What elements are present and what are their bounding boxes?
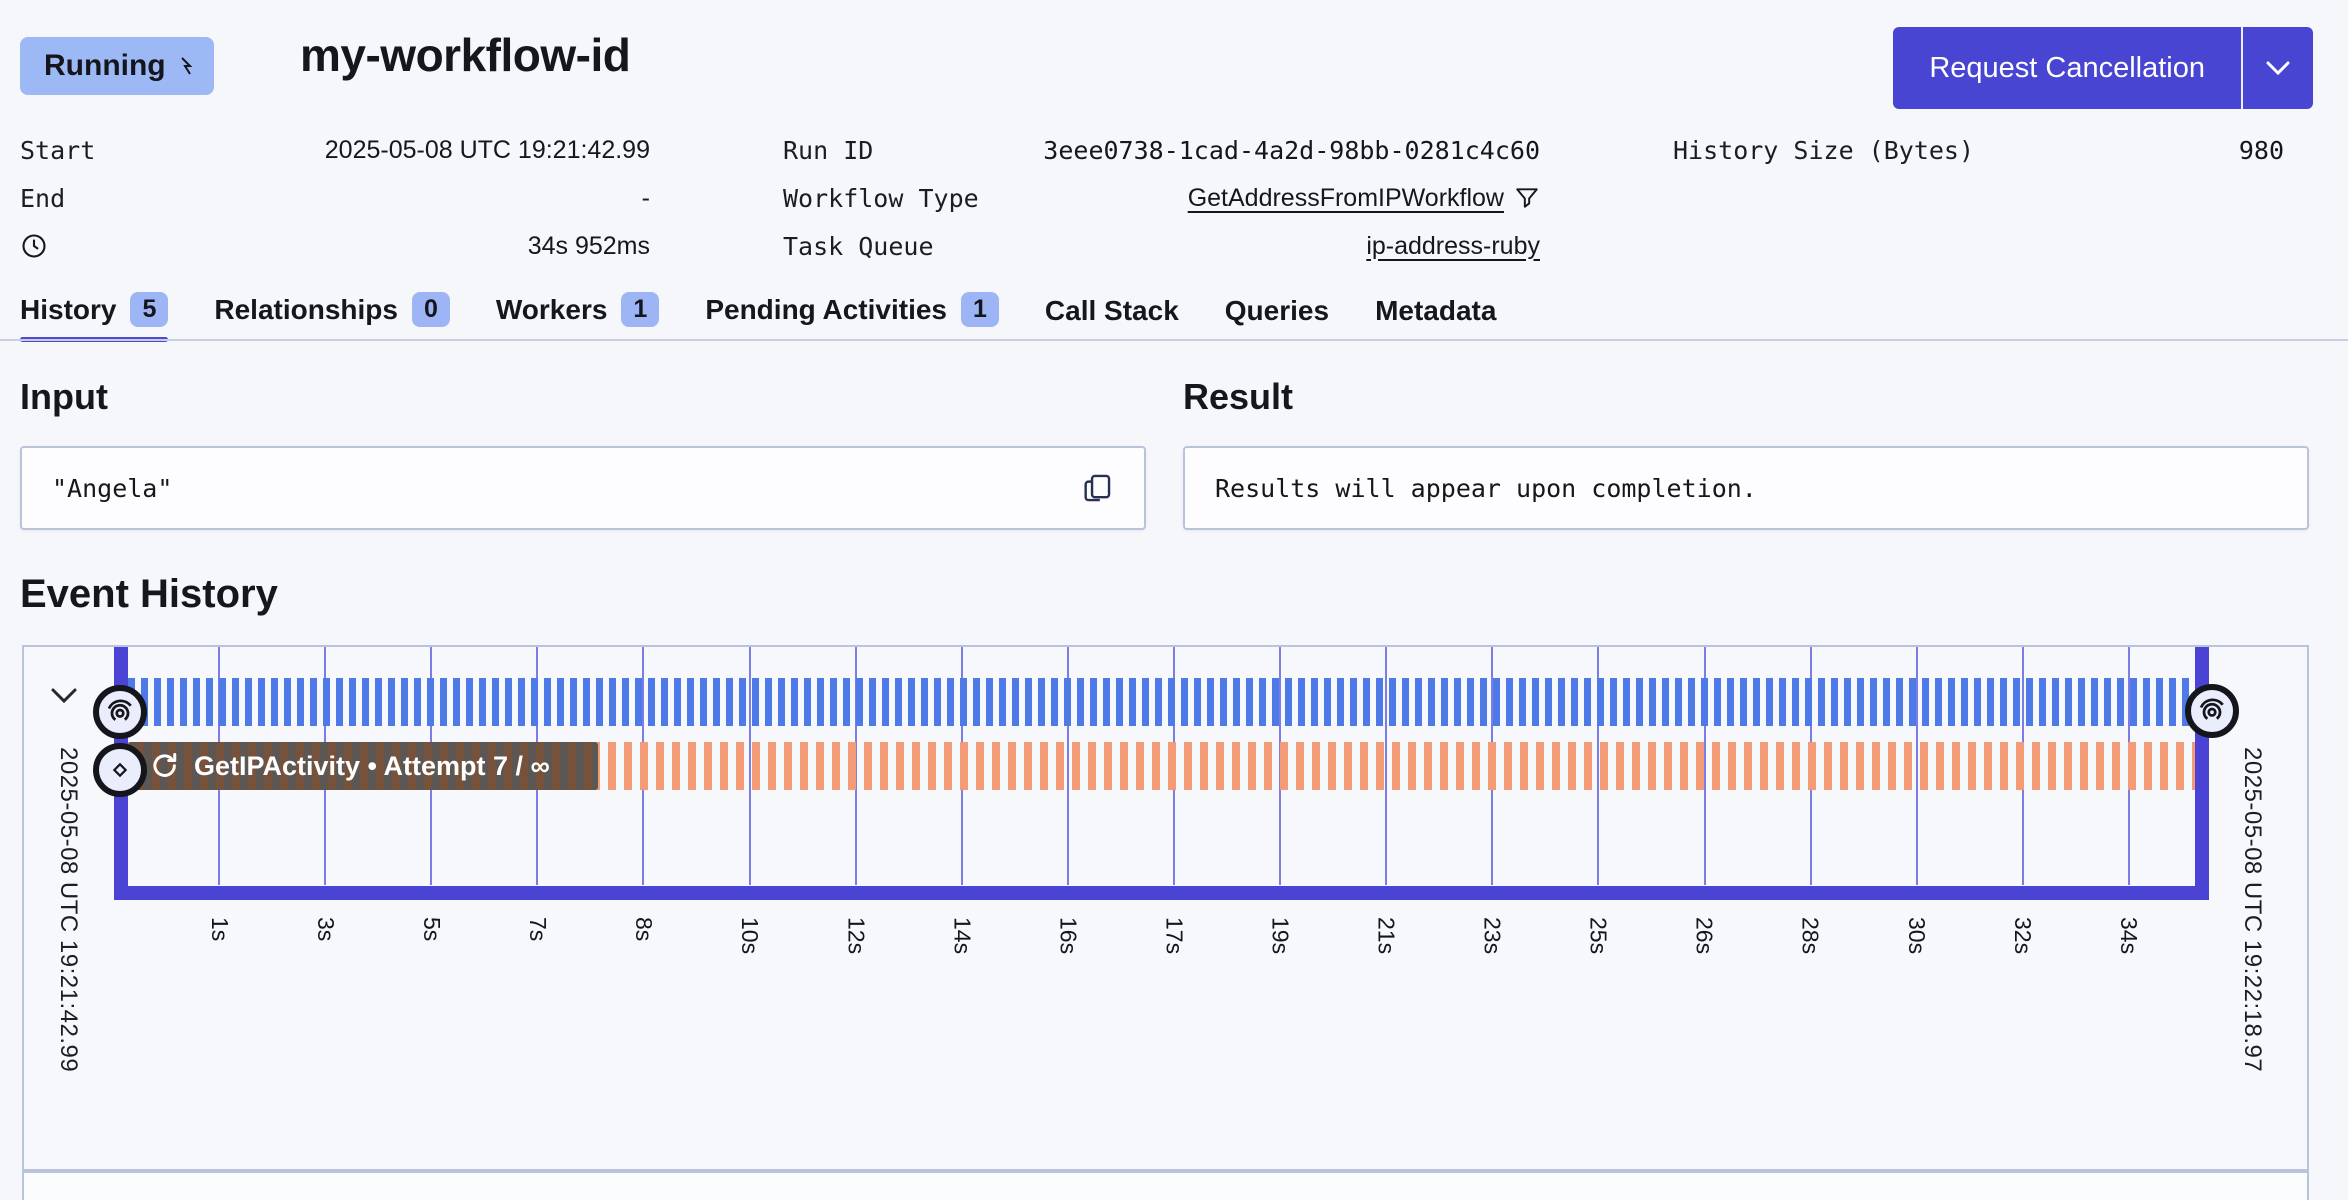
meta-row-task-queue: Task Queue ip-address-ruby bbox=[783, 222, 1540, 270]
history-size-value: 980 bbox=[2239, 136, 2284, 165]
activity-span-label: GetIPActivity • Attempt 7 / ∞ bbox=[194, 751, 550, 782]
running-spinner-icon bbox=[178, 55, 194, 77]
tick-label: 5s bbox=[418, 917, 445, 941]
meta-row-start: Start 2025-05-08 UTC 19:21:42.99 bbox=[20, 126, 650, 174]
tab-label: Queries bbox=[1225, 295, 1329, 327]
tick-label: 30s bbox=[1903, 917, 1930, 954]
tick-label: 32s bbox=[2009, 917, 2036, 954]
workflow-spiral-icon bbox=[2197, 696, 2227, 726]
copy-icon bbox=[1080, 471, 1114, 505]
tab-label: Metadata bbox=[1375, 295, 1496, 327]
filter-icon[interactable] bbox=[1514, 185, 1540, 211]
workflow-start-node bbox=[93, 685, 147, 739]
meta-row-history-size: History Size (Bytes) 980 bbox=[1673, 126, 2284, 174]
workflow-type-label: Workflow Type bbox=[783, 184, 979, 213]
input-title: Input bbox=[20, 376, 1146, 418]
run-id-value: 3eee0738-1cad-4a2d-98bb-0281c4c60 bbox=[1043, 136, 1540, 165]
tab-history[interactable]: History 5 bbox=[20, 292, 168, 343]
result-title: Result bbox=[1183, 376, 2309, 418]
meta-row-end: End - bbox=[20, 174, 650, 222]
tick-label: 28s bbox=[1797, 917, 1824, 954]
task-queue-label: Task Queue bbox=[783, 232, 934, 261]
tab-relationships[interactable]: Relationships 0 bbox=[214, 292, 450, 343]
activity-start-node bbox=[93, 743, 147, 797]
tick-label: 1s bbox=[206, 917, 233, 941]
tab-count-badge: 1 bbox=[961, 292, 999, 327]
event-history-title: Event History bbox=[20, 572, 278, 617]
tab-label: Pending Activities bbox=[705, 294, 947, 326]
workflow-metadata: Start 2025-05-08 UTC 19:21:42.99 End - 3… bbox=[20, 126, 2284, 270]
input-value: "Angela" bbox=[52, 474, 172, 503]
cancel-menu-chevron-button[interactable] bbox=[2241, 27, 2313, 109]
workflow-execution-span[interactable] bbox=[128, 678, 2195, 726]
input-box: "Angela" bbox=[20, 446, 1146, 530]
retry-icon bbox=[150, 751, 180, 781]
result-box: Results will appear upon completion. bbox=[1183, 446, 2309, 530]
tick-label: 23s bbox=[1479, 917, 1506, 954]
tab-label: Workers bbox=[496, 294, 608, 326]
timeline-axis-bar bbox=[114, 886, 2209, 900]
workflow-details-page: Running my-workflow-id Request Cancellat… bbox=[0, 0, 2348, 1200]
meta-row-workflow-type: Workflow Type GetAddressFromIPWorkflow bbox=[783, 174, 1540, 222]
chevron-down-icon bbox=[2264, 59, 2292, 77]
page-title: my-workflow-id bbox=[300, 28, 630, 82]
timeline-tick-labels: 1s 3s 5s 7s 8s 10s 12s 14s 16s 17s 19s 2… bbox=[206, 917, 2142, 954]
workflow-spiral-icon bbox=[105, 697, 135, 727]
tab-count-badge: 1 bbox=[621, 292, 659, 327]
tab-queries[interactable]: Queries bbox=[1225, 295, 1329, 343]
tab-count-badge: 5 bbox=[130, 292, 168, 327]
start-label: Start bbox=[20, 136, 95, 165]
workflow-type-link[interactable]: GetAddressFromIPWorkflow bbox=[1188, 184, 1504, 213]
tick-label: 10s bbox=[736, 917, 763, 954]
event-history-timeline: GetIPActivity • Attempt 7 / ∞ bbox=[22, 645, 2309, 1171]
activity-span-chip[interactable]: GetIPActivity • Attempt 7 / ∞ bbox=[128, 742, 598, 790]
tab-call-stack[interactable]: Call Stack bbox=[1045, 295, 1179, 343]
tick-label: 3s bbox=[312, 917, 339, 941]
workflow-tabs: History 5 Relationships 0 Workers 1 Pend… bbox=[20, 292, 1496, 343]
tick-label: 7s bbox=[524, 917, 551, 941]
chevron-down-icon bbox=[48, 685, 80, 707]
request-cancellation-split-button: Request Cancellation bbox=[1893, 27, 2313, 109]
tab-label: History bbox=[20, 294, 116, 326]
tick-label: 16s bbox=[1054, 917, 1081, 954]
tab-metadata[interactable]: Metadata bbox=[1375, 295, 1496, 343]
input-result-section: Input "Angela" Result Results will appea… bbox=[20, 376, 2309, 530]
timeline-end-timestamp: 2025-05-08 UTC 19:22:18.97 bbox=[2238, 747, 2266, 1072]
tick-label: 26s bbox=[1691, 917, 1718, 954]
history-size-label: History Size (Bytes) bbox=[1673, 136, 1974, 165]
end-label: End bbox=[20, 184, 65, 213]
timeline-collapse-button[interactable] bbox=[48, 685, 80, 707]
tabs-divider bbox=[0, 339, 2348, 341]
start-value: 2025-05-08 UTC 19:21:42.99 bbox=[325, 136, 650, 165]
tab-count-badge: 0 bbox=[412, 292, 450, 327]
status-badge: Running bbox=[20, 37, 214, 95]
tick-label: 25s bbox=[1585, 917, 1612, 954]
end-value: - bbox=[642, 184, 650, 213]
tab-pending-activities[interactable]: Pending Activities 1 bbox=[705, 292, 999, 343]
tick-label: 17s bbox=[1160, 917, 1187, 954]
next-section-panel bbox=[22, 1171, 2309, 1200]
request-cancellation-button[interactable]: Request Cancellation bbox=[1893, 27, 2241, 109]
tick-label: 14s bbox=[948, 917, 975, 954]
clock-icon bbox=[20, 232, 48, 260]
tab-label: Call Stack bbox=[1045, 295, 1179, 327]
timeline-start-timestamp: 2025-05-08 UTC 19:21:42.99 bbox=[54, 747, 82, 1072]
meta-row-run-id: Run ID 3eee0738-1cad-4a2d-98bb-0281c4c60 bbox=[783, 126, 1540, 174]
tick-label: 19s bbox=[1266, 917, 1293, 954]
tab-label: Relationships bbox=[214, 294, 398, 326]
tick-label: 12s bbox=[842, 917, 869, 954]
workflow-current-node bbox=[2185, 684, 2239, 738]
tick-label: 34s bbox=[2115, 917, 2142, 954]
task-queue-link[interactable]: ip-address-ruby bbox=[1366, 232, 1540, 261]
duration-value: 34s 952ms bbox=[528, 232, 650, 261]
tab-workers[interactable]: Workers 1 bbox=[496, 292, 659, 343]
tick-label: 8s bbox=[630, 917, 657, 941]
copy-input-button[interactable] bbox=[1080, 471, 1114, 505]
meta-row-duration: 34s 952ms bbox=[20, 222, 650, 270]
run-id-label: Run ID bbox=[783, 136, 873, 165]
result-value: Results will appear upon completion. bbox=[1215, 474, 1757, 503]
diamond-icon bbox=[107, 757, 133, 783]
tick-label: 21s bbox=[1373, 917, 1400, 954]
status-label: Running bbox=[44, 49, 166, 83]
